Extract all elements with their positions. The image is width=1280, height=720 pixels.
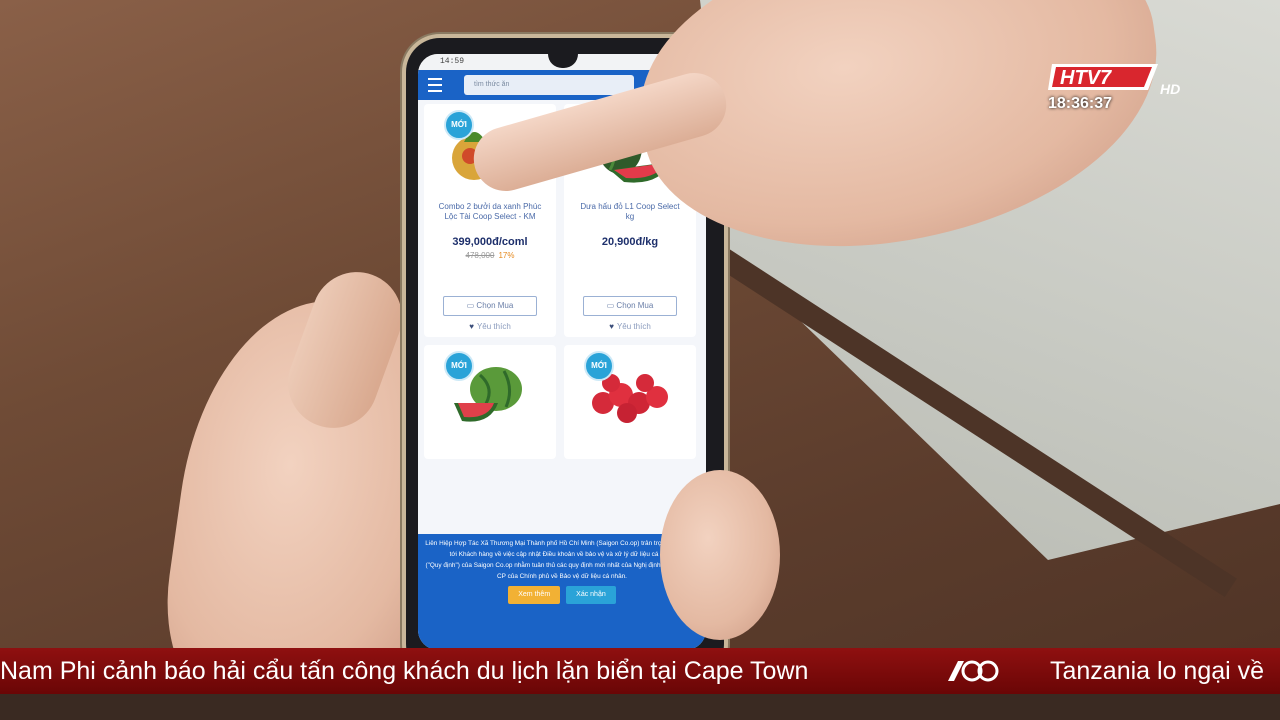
product-image-watermelon-slice[interactable] (424, 345, 556, 441)
see-more-button[interactable]: Xem thêm (508, 586, 561, 604)
notice-buttons: Xem thêm Xác nhận (424, 586, 700, 604)
bottom-strip (0, 694, 1280, 720)
product-image-strawberry[interactable] (564, 345, 696, 441)
favorite-button[interactable]: ♥ Yêu thích (564, 322, 696, 331)
heart-icon: ♥ (469, 322, 474, 331)
product-price: 20,900đ/kg (601, 236, 659, 248)
new-badge: MỚI (444, 351, 474, 381)
product-name[interactable]: Dưa hấu đỏ L1 Coop Select kg (564, 202, 696, 234)
product-card[interactable]: MỚI (424, 345, 556, 459)
product-card[interactable]: MỚI (564, 345, 696, 459)
new-badge: MỚI (584, 351, 614, 381)
heart-icon: ♥ (609, 322, 614, 331)
product-price: 399,000đ/coml (452, 236, 528, 248)
buy-button[interactable]: ▭ Chọn Mua (443, 296, 537, 316)
price-discount-row-empty (564, 251, 696, 260)
htv7-logo: HTV7 HD (1048, 64, 1180, 96)
hd-label: HD (1160, 81, 1180, 96)
favorite-button[interactable]: ♥ Yêu thích (424, 322, 556, 331)
channel-anniversary-icon (948, 660, 999, 682)
favorite-label: Yêu thích (616, 322, 651, 331)
ticker-next-headline: Tanzania lo ngại về (1050, 657, 1265, 685)
status-time: 14:59 (440, 57, 465, 66)
buy-button-label: Chọn Mua (476, 301, 514, 310)
confirm-button[interactable]: Xác nhận (566, 586, 616, 604)
cart-icon: ▭ (606, 301, 617, 310)
new-badge: MỚI (444, 110, 474, 140)
news-ticker: Nam Phi cảnh báo hải cẩu tấn công khách … (0, 648, 1280, 694)
cart-icon: ▭ (466, 301, 477, 310)
hamburger-menu-icon[interactable] (428, 78, 442, 92)
holding-fingers (660, 470, 780, 640)
notice-text-2: ("Quy định") của Saigon Co.op nhằm tuân … (425, 562, 699, 580)
channel-name: HTV7 (1060, 67, 1112, 89)
product-name[interactable]: Combo 2 bưởi da xanh Phúc Lộc Tài Coop S… (424, 202, 556, 234)
ticker-headline: Nam Phi cảnh báo hải cẩu tấn công khách … (0, 657, 809, 685)
discount-percent: 17% (498, 251, 515, 260)
buy-button-label: Chọn Mua (616, 301, 654, 310)
favorite-label: Yêu thích (476, 322, 511, 331)
search-input[interactable]: tìm thức ăn (464, 75, 634, 95)
old-price: 478,000 (465, 251, 495, 260)
buy-button[interactable]: ▭ Chọn Mua (583, 296, 677, 316)
broadcast-clock: 18:36:37 (1048, 95, 1113, 112)
price-discount-row: 478,000 17% (424, 251, 556, 260)
notice-text: Liên Hiệp Hợp Tác Xã Thương Mại Thành ph… (425, 540, 699, 558)
video-frame: 14:59 tìm thức ăn MỚI Combo 2 bưởi da xa… (0, 0, 1280, 720)
